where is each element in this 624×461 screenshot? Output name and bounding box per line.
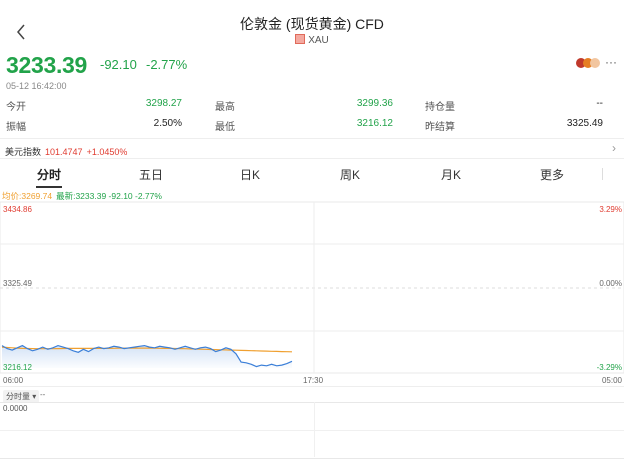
stat-high-label: 最高 bbox=[215, 102, 235, 113]
stat-prev-settle-label: 昨结算 bbox=[425, 122, 455, 133]
stat-open-label: 今开 bbox=[6, 102, 26, 113]
stat-low-value: 3216.12 bbox=[356, 118, 393, 129]
market-badge-icon bbox=[295, 34, 306, 44]
y-tick-mid: 3325.49 bbox=[3, 279, 32, 288]
tab-daily-k[interactable]: 日K bbox=[231, 166, 269, 183]
stat-open-value: 3298.27 bbox=[145, 98, 182, 109]
dollar-index-change: +1.0450% bbox=[86, 147, 128, 157]
tab-weekly-k[interactable]: 周K bbox=[331, 166, 369, 183]
more-options-icon[interactable]: ··· bbox=[605, 55, 617, 69]
symbol-row: XAU bbox=[0, 34, 624, 46]
dollar-index-value: 101.4747 bbox=[45, 147, 83, 157]
volume-dash: -- bbox=[40, 390, 46, 399]
dollar-index-bar[interactable]: 美元指数 101.4747 +1.0450% bbox=[5, 145, 127, 158]
intraday-chart[interactable] bbox=[0, 200, 624, 375]
price-change-percent: -2.77% bbox=[146, 57, 188, 72]
volume-label: 分时量 bbox=[6, 392, 30, 401]
page-title: 伦敦金 (现货黄金) CFD bbox=[240, 16, 384, 32]
divider bbox=[0, 138, 624, 139]
divider bbox=[0, 386, 624, 387]
tab-monthly-k[interactable]: 月K bbox=[432, 166, 470, 183]
stat-prev-settle-value: 3325.49 bbox=[566, 118, 603, 129]
last-price: 3233.39 bbox=[6, 52, 88, 78]
stat-amplitude-label: 振幅 bbox=[6, 122, 26, 133]
active-tab-underline bbox=[36, 186, 62, 188]
stat-low-label: 最低 bbox=[215, 122, 235, 133]
tab-more[interactable]: 更多 bbox=[533, 166, 571, 183]
divider bbox=[0, 158, 624, 159]
y-tick-top: 3434.86 bbox=[3, 205, 32, 214]
grid-line bbox=[0, 430, 624, 431]
tab-intraday[interactable]: 分时 bbox=[30, 166, 68, 183]
quote-timestamp: 05-12 16:42:00 bbox=[6, 81, 67, 91]
pct-tick-mid: 0.00% bbox=[599, 279, 622, 288]
y-tick-bottom: 3216.12 bbox=[3, 363, 32, 372]
stat-amplitude-value: 2.50% bbox=[153, 118, 182, 129]
pct-tick-bottom: -3.29% bbox=[596, 363, 622, 372]
grid-line bbox=[314, 402, 315, 457]
pct-tick-top: 3.29% bbox=[599, 205, 622, 214]
tab-five-day[interactable]: 五日 bbox=[132, 166, 170, 183]
x-tick-start: 06:00 bbox=[3, 376, 24, 385]
stat-oi-label: 持仓量 bbox=[425, 102, 455, 113]
tab-separator bbox=[602, 168, 603, 180]
dollar-index-name: 美元指数 bbox=[5, 147, 42, 157]
stat-oi-value: -- bbox=[596, 98, 603, 109]
chevron-right-icon[interactable]: › bbox=[612, 141, 616, 155]
price-change: -92.10 bbox=[100, 57, 137, 72]
x-tick-mid: 17:30 bbox=[303, 376, 324, 385]
symbol-label: XAU bbox=[308, 35, 329, 46]
x-tick-end: 05:00 bbox=[601, 376, 622, 385]
stat-high-value: 3299.36 bbox=[356, 98, 393, 109]
user-avatars-icon[interactable] bbox=[575, 57, 605, 69]
